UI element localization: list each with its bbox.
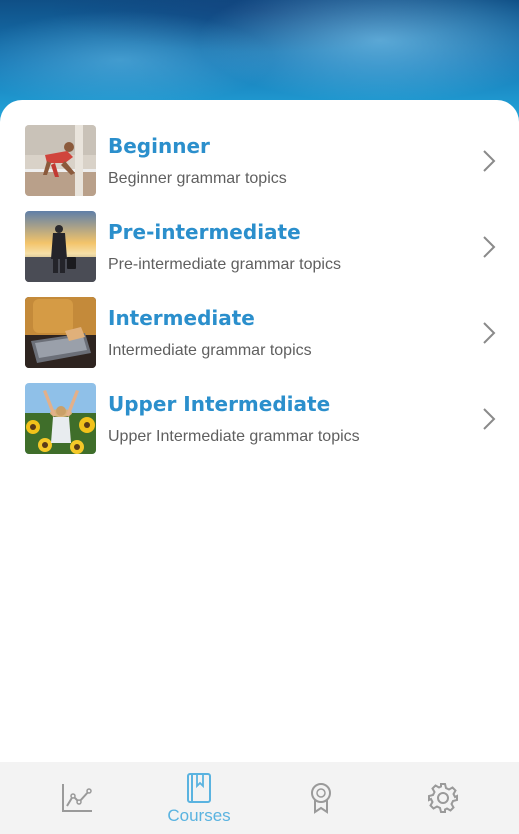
chevron-right-icon [483,150,496,172]
course-thumbnail-beginner [25,125,96,196]
course-title: Upper Intermediate [108,392,331,416]
course-subtitle: Intermediate grammar topics [108,342,312,359]
course-item-beginner[interactable]: Beginner Beginner grammar topics [0,125,519,205]
tab-achievements[interactable] [271,762,371,834]
chevron-right-icon [483,236,496,258]
tab-settings[interactable] [393,762,493,834]
course-item-intermediate[interactable]: Intermediate Intermediate grammar topics [0,297,519,377]
tab-courses-label: Courses [167,806,231,825]
course-title: Intermediate [108,306,255,330]
course-title: Beginner [108,134,210,158]
course-list-sheet: Beginner Beginner grammar topics Pre-int… [0,100,519,762]
bottom-tab-bar: Courses [0,762,519,834]
course-item-upper-intermediate[interactable]: Upper Intermediate Upper Intermediate gr… [0,383,519,463]
course-subtitle: Pre-intermediate grammar topics [108,256,341,273]
tab-courses[interactable]: Courses [149,762,249,834]
chevron-right-icon [483,408,496,430]
book-icon [187,773,211,803]
award-ribbon-icon [311,783,331,814]
tab-progress[interactable] [27,762,127,834]
course-thumbnail-pre-intermediate [25,211,96,282]
course-title: Pre-intermediate [108,220,301,244]
course-subtitle: Beginner grammar topics [108,170,287,187]
course-thumbnail-upper-intermediate [25,383,96,454]
course-thumbnail-intermediate [25,297,96,368]
chevron-right-icon [483,322,496,344]
gear-icon [428,783,458,813]
chart-line-icon [62,784,92,812]
course-item-pre-intermediate[interactable]: Pre-intermediate Pre-intermediate gramma… [0,211,519,291]
course-subtitle: Upper Intermediate grammar topics [108,428,360,445]
